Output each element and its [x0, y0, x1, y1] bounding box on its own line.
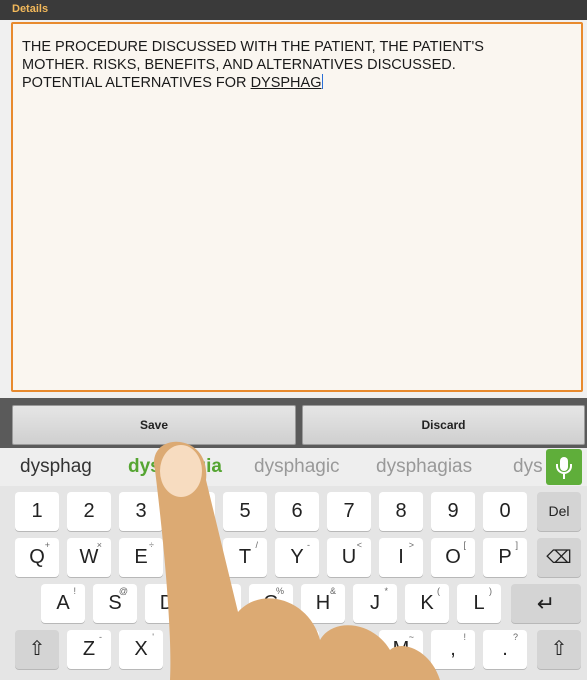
pointing-hand-icon: [154, 441, 441, 680]
